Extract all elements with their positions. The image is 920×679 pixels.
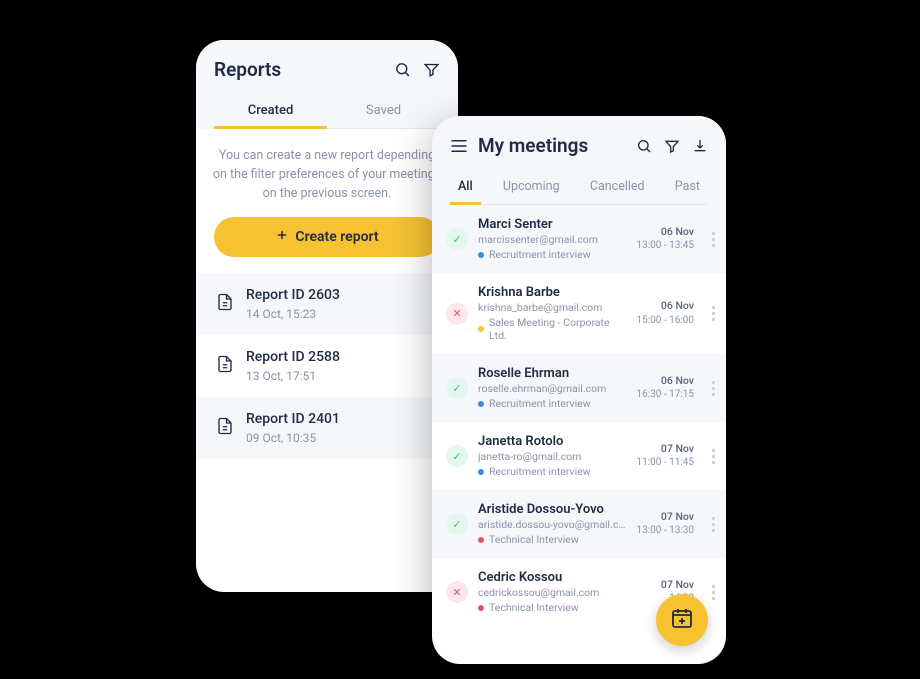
tab-past[interactable]: Past: [667, 171, 708, 204]
status-badge: ✓: [446, 377, 468, 399]
filter-icon[interactable]: [423, 61, 440, 78]
reports-screen: Reports Created Saved You can create a n…: [196, 40, 458, 592]
meeting-email: roselle.ehrman@gmail.com: [478, 382, 626, 395]
meeting-type: Technical Interview: [478, 601, 651, 614]
search-icon[interactable]: [394, 61, 411, 78]
meeting-type: Technical Interview: [478, 533, 626, 546]
more-icon[interactable]: [706, 517, 720, 532]
meetings-list: ✓ Marci Senter marcissenter@gmail.com Re…: [432, 205, 726, 626]
plus-icon: [275, 228, 289, 246]
more-icon[interactable]: [706, 232, 720, 247]
add-meeting-button[interactable]: [656, 594, 708, 646]
tab-created[interactable]: Created: [214, 95, 327, 128]
download-icon[interactable]: [692, 138, 708, 154]
status-badge: ✕: [446, 581, 468, 603]
meeting-time: 06 Nov 15:00 - 16:00: [636, 299, 696, 328]
meeting-name: Janetta Rotolo: [478, 434, 626, 449]
meeting-email: janetta-ro@gmail.com: [478, 450, 626, 463]
meetings-screen: My meetings All Upcoming Cancelled Past: [432, 116, 726, 664]
more-icon[interactable]: [706, 306, 720, 321]
meeting-time: 07 Nov 11:00 - 11:45: [636, 442, 696, 471]
document-icon: [216, 416, 234, 440]
meeting-row[interactable]: ✓ Janetta Rotolo janetta-ro@gmail.com Re…: [432, 422, 726, 490]
meeting-email: marcissenter@gmail.com: [478, 233, 626, 246]
report-date: 14 Oct, 15:23: [246, 307, 340, 321]
create-report-button[interactable]: Create report: [214, 217, 440, 257]
meeting-name: Marci Senter: [478, 217, 626, 232]
meeting-time: 06 Nov 13:00 - 13:45: [636, 225, 696, 254]
create-report-label: Create report: [295, 229, 378, 245]
status-badge: ✕: [446, 303, 468, 325]
meeting-type: Sales Meeting - Corporate Ltd.: [478, 316, 626, 342]
reports-tabs: Created Saved: [214, 95, 440, 129]
meeting-email: aristide.dossou-yovo@gmail.com: [478, 518, 626, 531]
meeting-row[interactable]: ✓ Roselle Ehrman roselle.ehrman@gmail.co…: [432, 354, 726, 422]
menu-icon[interactable]: [450, 139, 468, 153]
meeting-time: 06 Nov 16:30 - 17:15: [636, 374, 696, 403]
meeting-name: Aristide Dossou-Yovo: [478, 502, 626, 517]
report-id: Report ID 2588: [246, 349, 340, 365]
more-icon[interactable]: [706, 449, 720, 464]
report-row[interactable]: Report ID 2588 13 Oct, 17:51: [196, 335, 458, 397]
more-icon[interactable]: [706, 585, 720, 600]
tab-cancelled[interactable]: Cancelled: [582, 171, 653, 204]
meeting-name: Roselle Ehrman: [478, 366, 626, 381]
meetings-tabs: All Upcoming Cancelled Past: [450, 171, 708, 205]
tab-upcoming[interactable]: Upcoming: [495, 171, 568, 204]
document-icon: [216, 354, 234, 378]
meeting-type: Recruitment interview: [478, 465, 626, 478]
reports-list: Report ID 2603 14 Oct, 15:23 Report ID 2…: [196, 273, 458, 459]
meeting-row[interactable]: ✕ Krishna Barbe krishna_barbe@gmail.com …: [432, 273, 726, 354]
report-date: 09 Oct, 10:35: [246, 431, 340, 445]
meeting-type: Recruitment interview: [478, 248, 626, 261]
reports-title: Reports: [214, 58, 281, 81]
document-icon: [216, 292, 234, 316]
status-badge: ✓: [446, 445, 468, 467]
meeting-name: Cedric Kossou: [478, 570, 651, 585]
meetings-title: My meetings: [478, 134, 588, 157]
meeting-name: Krishna Barbe: [478, 285, 626, 300]
meeting-email: krishna_barbe@gmail.com: [478, 301, 626, 314]
report-row[interactable]: Report ID 2603 14 Oct, 15:23: [196, 273, 458, 335]
meeting-type: Recruitment interview: [478, 397, 626, 410]
report-id: Report ID 2401: [246, 411, 340, 427]
report-date: 13 Oct, 17:51: [246, 369, 340, 383]
more-icon[interactable]: [706, 381, 720, 396]
reports-info: You can create a new report depending on…: [196, 129, 458, 217]
tab-all[interactable]: All: [450, 171, 481, 204]
meetings-header: My meetings All Upcoming Cancelled Past: [432, 116, 726, 205]
report-row[interactable]: Report ID 2401 09 Oct, 10:35: [196, 397, 458, 459]
report-id: Report ID 2603: [246, 287, 340, 303]
status-badge: ✓: [446, 228, 468, 250]
search-icon[interactable]: [636, 138, 652, 154]
meeting-row[interactable]: ✓ Marci Senter marcissenter@gmail.com Re…: [432, 205, 726, 273]
status-badge: ✓: [446, 513, 468, 535]
meeting-row[interactable]: ✓ Aristide Dossou-Yovo aristide.dossou-y…: [432, 490, 726, 558]
meeting-time: 07 Nov 13:00 - 13:30: [636, 510, 696, 539]
reports-header: Reports Created Saved: [196, 40, 458, 129]
calendar-plus-icon: [670, 606, 694, 634]
meeting-email: cedrickossou@gmail.com: [478, 586, 651, 599]
filter-icon[interactable]: [664, 138, 680, 154]
tab-saved[interactable]: Saved: [327, 95, 440, 128]
